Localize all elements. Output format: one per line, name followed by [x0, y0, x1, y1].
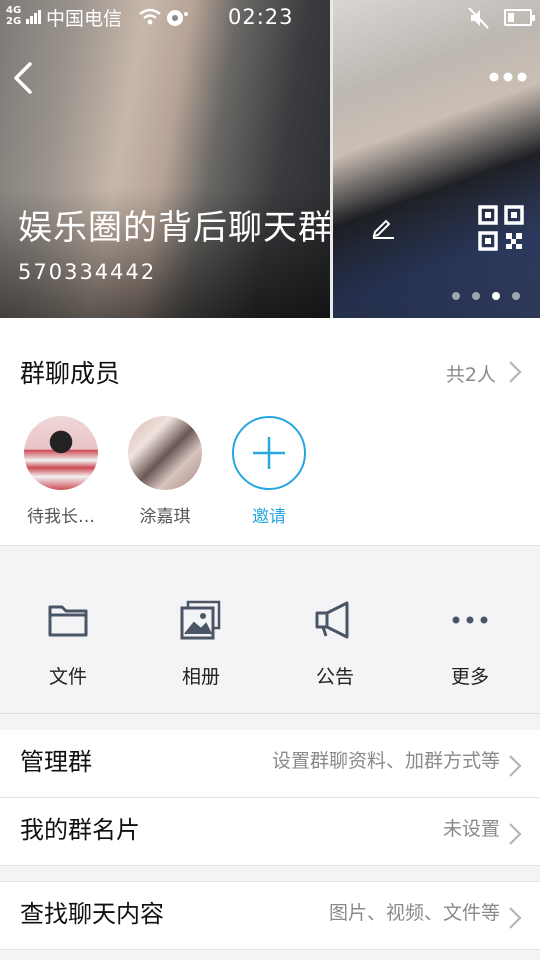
announcement-button[interactable]: 公告 — [285, 598, 385, 689]
header-photo-right — [333, 0, 540, 318]
announcement-label: 公告 — [315, 666, 354, 688]
my-group-card-row[interactable]: 我的群名片 未设置 — [0, 798, 540, 866]
quick-actions: 文件 相册 公告 更多 — [0, 546, 540, 714]
more-label: 更多 — [450, 666, 489, 688]
member-name: 涂嘉琪 — [139, 507, 191, 527]
album-icon — [180, 600, 221, 640]
album-label: 相册 — [181, 666, 220, 688]
network-bottom-label: 2G — [6, 16, 22, 27]
more-button[interactable]: 更多 — [420, 598, 520, 689]
qr-code-icon[interactable] — [478, 205, 524, 251]
back-button[interactable] — [8, 58, 44, 98]
members-title: 群聊成员 — [20, 359, 121, 388]
group-name: 娱乐圈的背后聊天群 — [18, 208, 333, 248]
members-count-link[interactable]: 共2人 — [446, 360, 496, 387]
album-button[interactable]: 相册 — [151, 598, 251, 689]
search-chat-row[interactable]: 查找聊天内容 图片、视频、文件等 — [0, 882, 540, 950]
more-dots-icon — [452, 616, 488, 624]
page-dot-active — [492, 292, 500, 300]
section-gap — [0, 866, 540, 882]
settings-list: 管理群 设置群聊资料、加群方式等 我的群名片 未设置 查找聊天内容 图片、视频、… — [0, 730, 540, 950]
page-dot — [472, 292, 480, 300]
page-dot — [512, 292, 520, 300]
folder-icon — [48, 605, 88, 637]
member-item[interactable]: 涂嘉琪 — [120, 416, 210, 527]
plus-icon — [253, 437, 285, 469]
clock: 02:23 — [228, 5, 294, 29]
files-button[interactable]: 文件 — [18, 598, 118, 689]
invite-label: 邀请 — [252, 507, 286, 527]
wifi-icon — [139, 8, 161, 25]
search-chat-title: 查找聊天内容 — [20, 900, 164, 928]
invite-circle[interactable] — [232, 416, 306, 490]
carrier-name: 中国电信 — [46, 8, 123, 30]
members-section: 群聊成员 共2人 待我长… 涂嘉琪 邀请 — [0, 318, 540, 546]
battery-icon — [504, 9, 535, 26]
network-top-label: 4G — [6, 5, 22, 16]
manage-group-row[interactable]: 管理群 设置群聊资料、加群方式等 — [0, 730, 540, 798]
more-options-button[interactable] — [484, 62, 534, 92]
group-id: 570334442 — [18, 260, 157, 284]
search-chat-value: 图片、视频、文件等 — [328, 902, 500, 924]
invite-member-button[interactable]: 邀请 — [224, 416, 314, 527]
page-dot — [452, 292, 460, 300]
photo-page-indicator — [452, 292, 520, 300]
status-bar: 4G 2G 中国电信 02:23 — [0, 0, 540, 36]
member-item[interactable]: 待我长… — [16, 416, 106, 527]
manage-group-title: 管理群 — [20, 748, 92, 776]
avatar[interactable] — [24, 416, 98, 490]
megaphone-icon — [315, 601, 349, 639]
chevron-right-icon — [509, 823, 522, 845]
chevron-right-icon — [509, 755, 522, 777]
chevron-right-icon — [509, 907, 522, 929]
manage-group-value: 设置群聊资料、加群方式等 — [271, 750, 500, 772]
network-type: 4G 2G — [6, 5, 21, 27]
files-label: 文件 — [48, 666, 87, 688]
mute-icon — [468, 7, 489, 29]
chevron-right-icon — [509, 361, 522, 383]
my-group-card-value: 未设置 — [442, 818, 500, 840]
avatar[interactable] — [128, 416, 202, 490]
member-name: 待我长… — [27, 507, 95, 527]
sync-icon — [167, 10, 188, 26]
group-header: 4G 2G 中国电信 02:23 娱乐圈的背后聊天群 570334442 — [0, 0, 540, 318]
my-group-card-title: 我的群名片 — [20, 816, 140, 844]
edit-name-icon[interactable] — [370, 214, 396, 240]
signal-icon — [26, 10, 41, 24]
